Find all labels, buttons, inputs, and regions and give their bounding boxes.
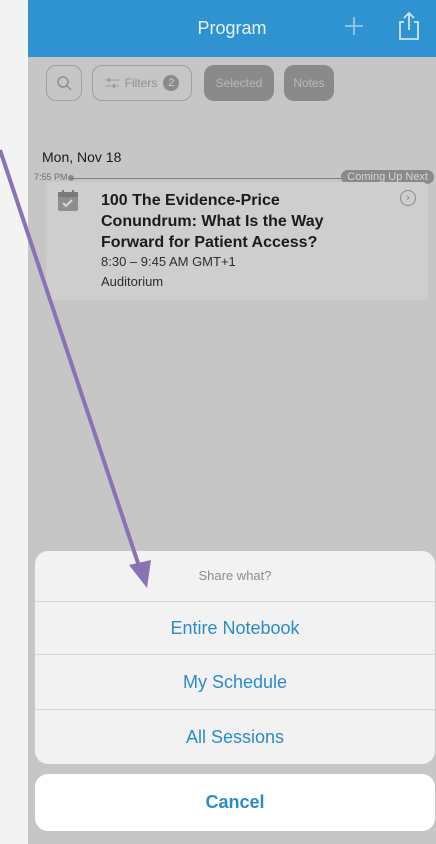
filters-count-badge: 2: [163, 75, 180, 91]
plus-icon[interactable]: [342, 14, 366, 38]
nav-header: Program: [28, 0, 436, 57]
notes-toggle[interactable]: Notes: [284, 65, 334, 101]
left-margin: [0, 0, 28, 844]
current-time-line: [70, 178, 380, 179]
share-all-sessions-option[interactable]: All Sessions: [35, 709, 435, 764]
session-room: Auditorium: [101, 274, 164, 289]
page-title: Program: [197, 18, 267, 38]
cancel-button[interactable]: Cancel: [35, 774, 435, 831]
search-icon: [57, 76, 72, 91]
session-time: 8:30 – 9:45 AM GMT+1: [101, 254, 236, 269]
chevron-right-icon[interactable]: ›: [400, 190, 416, 206]
share-action-sheet: Share what? Entire Notebook My Schedule …: [35, 551, 435, 764]
share-icon[interactable]: [396, 10, 422, 42]
search-button[interactable]: [46, 65, 82, 101]
current-time-label: 7:55 PM: [34, 172, 68, 182]
filters-label: Filters: [124, 76, 158, 90]
share-sheet-title: Share what?: [198, 568, 272, 583]
session-card[interactable]: 100 The Evidence-Price Conundrum: What I…: [46, 182, 428, 300]
session-title: 100 The Evidence-Price Conundrum: What I…: [101, 192, 324, 251]
calendar-check-icon[interactable]: [56, 189, 80, 213]
date-heading: Mon, Nov 18: [42, 149, 122, 165]
selected-toggle[interactable]: Selected: [204, 65, 274, 101]
share-my-schedule-option[interactable]: My Schedule: [35, 654, 435, 709]
share-entire-notebook-option[interactable]: Entire Notebook: [35, 601, 435, 654]
sliders-icon: [104, 78, 119, 88]
filters-button[interactable]: Filters 2: [92, 65, 192, 101]
